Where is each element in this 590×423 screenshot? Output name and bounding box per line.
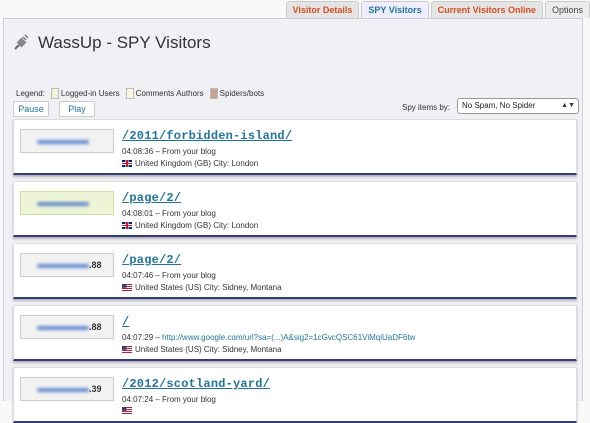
location-text: United States (US) City: Sidney, Montana: [135, 345, 282, 354]
location-text: United Kingdom (GB) City: London: [135, 221, 259, 230]
us-flag-icon: [122, 346, 132, 353]
ip-box: .88: [20, 253, 114, 277]
page-title: WassUp - SPY Visitors: [38, 33, 211, 52]
referrer: From your blog: [162, 395, 216, 404]
visit-meta: 04:07:46 – From your blog: [122, 271, 216, 280]
blurred-ip: [37, 140, 89, 144]
visit-meta: 04:07:29 – http://www.google.com/url?sa=…: [122, 333, 416, 342]
visitor-entry: /2011/forbidden-island/ 04:08:36 – From …: [13, 119, 577, 175]
page-header: WassUp - SPY Visitors: [12, 33, 211, 53]
legend-swatch-logged-in: [50, 88, 59, 99]
plug-icon: [14, 34, 29, 50]
blurred-ip: [37, 326, 89, 330]
location-text: United States (US) City: Sidney, Montana: [135, 283, 282, 292]
visited-url-link[interactable]: /: [122, 315, 129, 329]
legend-item-label: Spiders/bots: [219, 89, 265, 98]
spy-items-select[interactable]: No Spam, No Spider ▲▼: [457, 98, 579, 114]
spy-items-label: Spy items by:: [402, 103, 451, 112]
location: [122, 407, 135, 414]
ip-box: .39: [20, 377, 114, 401]
blurred-ip: [37, 388, 89, 392]
ip-box: [20, 191, 114, 215]
tab-visitor-details[interactable]: Visitor Details: [285, 1, 360, 18]
ip-suffix: .39: [89, 384, 102, 394]
tab-bar: Visitor Details SPY Visitors Current Vis…: [284, 0, 590, 18]
visitor-entry: /page/2/ 04:08:01 – From your blog Unite…: [13, 181, 577, 237]
referrer: From your blog: [162, 271, 216, 280]
visited-url-link[interactable]: /2012/scotland-yard/: [122, 377, 270, 391]
uk-flag-icon: [122, 160, 132, 167]
legend-label: Legend:: [16, 89, 45, 98]
visit-time: 04:07:46: [122, 271, 154, 280]
visited-url-link[interactable]: /2011/forbidden-island/: [122, 129, 292, 143]
legend-item-logged-in: Logged-in Users: [50, 88, 120, 99]
visit-time: 04:08:01: [122, 209, 154, 218]
visit-time: 04:08:36: [122, 147, 154, 156]
tab-options[interactable]: Options: [544, 1, 590, 18]
location: United States (US) City: Sidney, Montana: [122, 345, 282, 354]
visit-meta: 04:08:01 – From your blog: [122, 209, 216, 218]
pause-button[interactable]: Pause: [13, 101, 49, 117]
us-flag-icon: [122, 407, 132, 414]
location: United Kingdom (GB) City: London: [122, 159, 258, 168]
ip-suffix: .88: [89, 260, 102, 270]
visitor-entry: .88 / 04:07:29 – http://www.google.com/u…: [13, 305, 577, 361]
visited-url-link[interactable]: /page/2/: [122, 191, 181, 205]
location: United States (US) City: Sidney, Montana: [122, 283, 282, 292]
play-button[interactable]: Play: [59, 101, 95, 117]
location: United Kingdom (GB) City: London: [122, 221, 258, 230]
referrer: From your blog: [162, 209, 216, 218]
visit-time: 04:07:24: [122, 395, 154, 404]
referrer-link[interactable]: http://www.google.com/url?sa=(...)A&sig2…: [162, 333, 415, 342]
uk-flag-icon: [122, 222, 132, 229]
blurred-ip: [37, 264, 89, 268]
spy-panel: WassUp - SPY Visitors Legend: Logged-in …: [3, 18, 583, 423]
visit-meta: 04:07:24 – From your blog: [122, 395, 216, 404]
us-flag-icon: [122, 284, 132, 291]
legend-item-spiders: Spiders/bots: [209, 88, 265, 99]
visited-url-link[interactable]: /page/2/: [122, 253, 181, 267]
referrer: From your blog: [162, 147, 216, 156]
visit-meta: 04:08:36 – From your blog: [122, 147, 216, 156]
legend-item-label: Logged-in Users: [60, 89, 120, 98]
visit-time: 04:07:29: [122, 333, 154, 342]
visitor-entry: .39 /2012/scotland-yard/ 04:07:24 – From…: [13, 367, 577, 423]
location-text: United Kingdom (GB) City: London: [135, 159, 259, 168]
spy-items-value: No Spam, No Spider: [462, 101, 536, 110]
legend-swatch-comment-authors: [125, 88, 134, 99]
legend-swatch-spiders: [209, 88, 218, 99]
legend: Legend: Logged-in Users Comments Authors…: [16, 88, 270, 99]
ip-box: [20, 129, 114, 153]
ip-suffix: .88: [89, 322, 102, 332]
legend-item-comment-authors: Comments Authors: [125, 88, 204, 99]
legend-item-label: Comments Authors: [135, 89, 204, 98]
visitor-entry: .88 /page/2/ 04:07:46 – From your blog U…: [13, 243, 577, 299]
ip-box: .88: [20, 315, 114, 339]
blurred-ip: [37, 202, 89, 206]
tab-current-visitors-online[interactable]: Current Visitors Online: [430, 1, 543, 18]
select-arrows-icon: ▲▼: [561, 102, 575, 109]
tab-spy-visitors[interactable]: SPY Visitors: [361, 1, 429, 18]
